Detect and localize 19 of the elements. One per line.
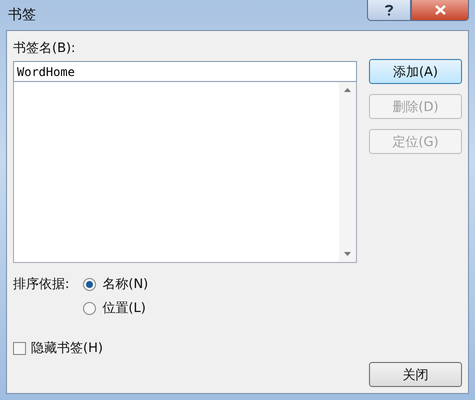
radio-button[interactable] [83,278,96,290]
window-title: 书签 [7,6,36,24]
help-button[interactable] [367,0,411,21]
scroll-down-icon [344,252,351,256]
checkbox-label: 隐藏书签(H) [31,340,103,357]
bookmark-name-field[interactable]: WordHome [13,61,357,82]
sort-by-label: 排序依据: [13,276,70,294]
bookmark-name-label: 书签名(B): [13,40,76,57]
radio-label: 名称(N) [102,276,148,293]
radio-button[interactable] [83,302,96,314]
scroll-up-icon [344,88,351,92]
radio-label: 位置(L) [102,300,146,317]
close-icon [434,5,446,15]
scrollbar[interactable] [339,82,356,262]
close-button[interactable] [411,0,469,21]
close-dialog-button[interactable]: 关闭 [369,362,462,387]
question-mark-icon [385,4,393,16]
checkbox[interactable] [13,342,26,354]
action-button[interactable]: 添加(A) [369,59,462,84]
